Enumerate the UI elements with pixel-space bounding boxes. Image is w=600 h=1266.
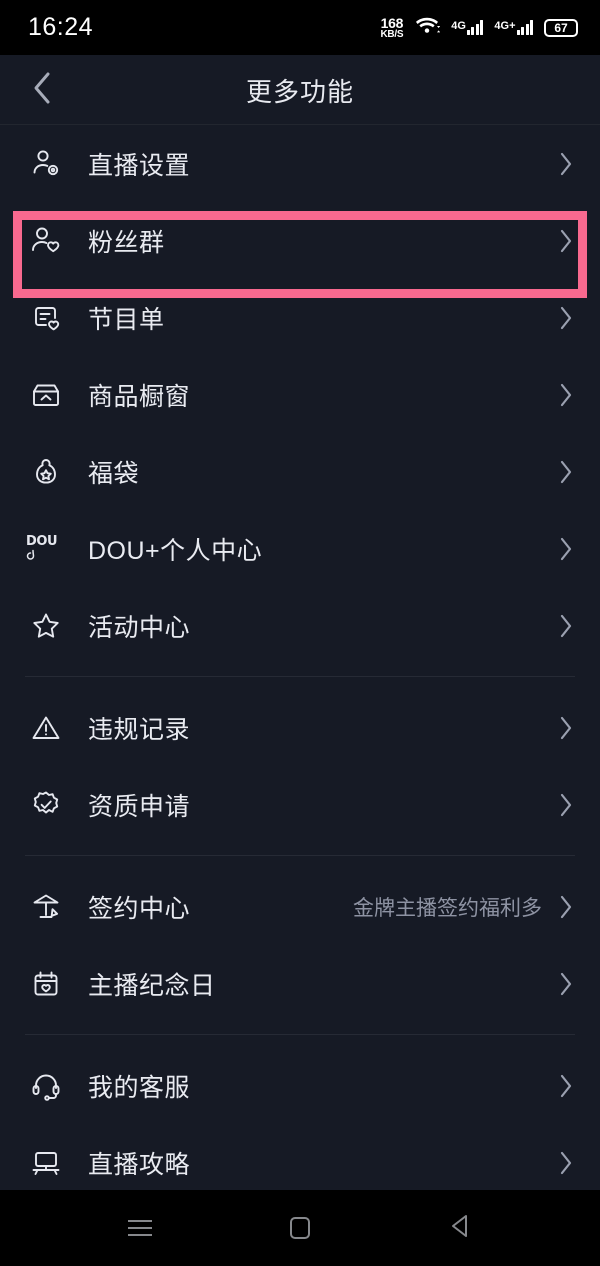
- list-item-label: 福袋: [88, 459, 140, 488]
- dou-plus-icon: DOU: [26, 529, 66, 569]
- sim1-label: 4G: [451, 20, 466, 32]
- group-divider: [25, 855, 575, 856]
- list-item-label: 商品橱窗: [88, 382, 191, 411]
- nav-home-button[interactable]: [270, 1203, 330, 1253]
- list-item-label: DOU+个人中心: [88, 536, 263, 565]
- lucky-bag-star-icon: [26, 452, 66, 492]
- chevron-right-icon: [556, 715, 576, 741]
- list-item-label: 违规记录: [88, 715, 191, 744]
- back-triangle-icon: [448, 1213, 472, 1244]
- battery-icon: 67: [544, 18, 578, 37]
- person-gear-icon: [26, 144, 66, 184]
- list-item-福袋[interactable]: 福袋: [0, 433, 600, 510]
- list-item-label: 我的客服: [88, 1073, 191, 1102]
- menu-icon: [128, 1220, 152, 1236]
- storefront-icon: [26, 375, 66, 415]
- sim1-signal-indicator: 4G: [451, 20, 484, 35]
- list-item-粉丝群[interactable]: 粉丝群: [0, 202, 600, 279]
- chevron-right-icon: [556, 613, 576, 639]
- list-item-我的客服[interactable]: 我的客服: [0, 1047, 600, 1124]
- network-speed-indicator: 168 KB/S: [381, 16, 404, 40]
- network-speed-unit: KB/S: [380, 28, 404, 40]
- nav-menu-button[interactable]: [110, 1203, 170, 1253]
- network-speed-value: 168: [380, 14, 404, 31]
- chevron-right-icon: [556, 971, 576, 997]
- list-item-label: 节目单: [88, 305, 165, 334]
- status-bar: 16:24 168 KB/S 4G 4G+ 67: [0, 0, 600, 55]
- list-item-商品橱窗[interactable]: 商品橱窗: [0, 356, 600, 433]
- signal-bars-icon: [516, 20, 533, 35]
- page-header: 更多功能: [0, 55, 600, 125]
- page-title: 更多功能: [245, 76, 354, 107]
- chevron-right-icon: [556, 382, 576, 408]
- list-item-label: 资质申请: [88, 792, 191, 821]
- list-item-节目单[interactable]: 节目单: [0, 279, 600, 356]
- settings-list: 直播设置粉丝群节目单商品橱窗福袋 DOU DOU+个人中心 活动中心违规记录资质申请签…: [0, 125, 600, 1201]
- phone-screen: 16:24 168 KB/S 4G 4G+ 67 更多功能 直播设置 粉丝群 节…: [0, 0, 600, 1266]
- status-icons: 168 KB/S 4G 4G+ 67: [381, 15, 578, 40]
- list-item-label: 粉丝群: [88, 228, 165, 257]
- chevron-right-icon: [556, 1150, 576, 1176]
- chevron-left-icon: [29, 71, 55, 110]
- list-item-label: 活动中心: [88, 613, 191, 642]
- chevron-right-icon: [556, 1073, 576, 1099]
- list-item-label: 直播设置: [88, 151, 191, 180]
- home-square-icon: [290, 1217, 310, 1239]
- chevron-right-icon: [556, 894, 576, 920]
- contract-pen-icon: [26, 887, 66, 927]
- sim2-label: 4G+: [494, 20, 516, 32]
- list-item-主播纪念日[interactable]: 主播纪念日: [0, 945, 600, 1022]
- chevron-right-icon: [556, 792, 576, 818]
- list-item-签约中心[interactable]: 签约中心 金牌主播签约福利多: [0, 868, 600, 945]
- status-clock: 16:24: [28, 13, 94, 41]
- chevron-right-icon: [556, 151, 576, 177]
- star-icon: [26, 606, 66, 646]
- list-item-活动中心[interactable]: 活动中心: [0, 587, 600, 664]
- program-list-heart-icon: [26, 298, 66, 338]
- sim2-signal-indicator: 4G+: [494, 20, 533, 35]
- list-item-直播设置[interactable]: 直播设置: [0, 125, 600, 202]
- nav-back-button[interactable]: [430, 1203, 490, 1253]
- group-divider: [25, 676, 575, 677]
- warning-triangle-icon: [26, 708, 66, 748]
- chevron-right-icon: [556, 536, 576, 562]
- signal-bars-icon: [466, 20, 484, 35]
- back-button[interactable]: [22, 70, 62, 110]
- list-item-DOU+个人中心[interactable]: DOU DOU+个人中心: [0, 510, 600, 587]
- calendar-heart-icon: [26, 964, 66, 1004]
- list-item-违规记录[interactable]: 违规记录: [0, 689, 600, 766]
- android-nav-bar: [0, 1190, 600, 1266]
- chevron-right-icon: [556, 228, 576, 254]
- list-item-label: 直播攻略: [88, 1150, 191, 1179]
- group-divider: [25, 1034, 575, 1035]
- wifi-icon: [414, 15, 441, 40]
- battery-level: 67: [554, 20, 568, 35]
- easel-board-icon: [26, 1143, 66, 1183]
- headset-icon: [26, 1066, 66, 1106]
- list-item-value: 金牌主播签约福利多: [353, 896, 542, 920]
- list-item-label: 主播纪念日: [88, 971, 216, 1000]
- verified-badge-icon: [26, 785, 66, 825]
- list-item-资质申请[interactable]: 资质申请: [0, 766, 600, 843]
- list-item-label: 签约中心: [88, 894, 191, 923]
- chevron-right-icon: [556, 459, 576, 485]
- person-heart-icon: [26, 221, 66, 261]
- chevron-right-icon: [556, 305, 576, 331]
